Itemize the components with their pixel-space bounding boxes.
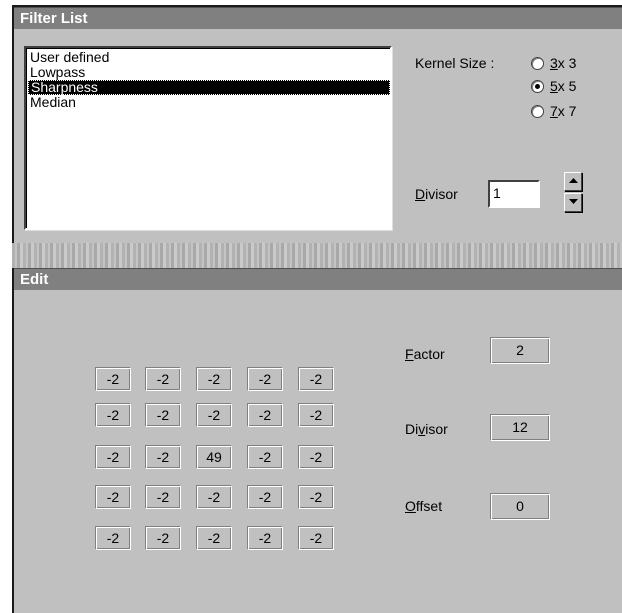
arrow-down-icon (568, 199, 578, 204)
kernel-5x5-accel: 5 (550, 78, 558, 94)
factor-field[interactable]: 2 (490, 337, 550, 364)
matrix-cell-4-0[interactable]: -2 (95, 526, 131, 550)
separator-band (12, 243, 622, 268)
matrix-cell-1-2[interactable]: -2 (196, 403, 232, 427)
divisor-label: Divisor (415, 186, 458, 202)
matrix-cell-4-2[interactable]: -2 (196, 526, 232, 550)
matrix-cell-0-2[interactable]: -2 (196, 367, 232, 391)
radio-3x3-icon[interactable] (531, 56, 544, 70)
divisor-label-text: ivisor (425, 186, 458, 202)
matrix-cell-0-3[interactable]: -2 (247, 367, 283, 391)
matrix-cell-2-3[interactable]: -2 (247, 445, 283, 469)
matrix-cell-3-0[interactable]: -2 (95, 485, 131, 509)
matrix-cell-1-3[interactable]: -2 (247, 403, 283, 427)
kernel-size-label: Kernel Size : (415, 55, 495, 71)
factor-label: Factor (405, 346, 445, 362)
edit-divisor-field[interactable]: 12 (490, 414, 550, 441)
offset-field[interactable]: 0 (490, 493, 550, 520)
offset-accel: O (405, 498, 416, 514)
list-item-lowpass[interactable]: Lowpass (28, 65, 390, 80)
edit-title: Edit (14, 268, 622, 290)
matrix-cell-3-1[interactable]: -2 (145, 485, 181, 509)
matrix-cell-2-1[interactable]: -2 (145, 445, 181, 469)
matrix-cell-0-0[interactable]: -2 (95, 367, 131, 391)
factor-label-text: actor (413, 346, 445, 362)
spin-down-button[interactable] (564, 193, 582, 212)
kernel-3x3-label: x 3 (557, 55, 577, 71)
matrix-cell-1-1[interactable]: -2 (145, 403, 181, 427)
matrix-cell-2-2[interactable]: 49 (196, 445, 232, 469)
filter-listbox[interactable]: User defined Lowpass Sharpness Median (24, 46, 392, 230)
filter-list-title: Filter List (14, 7, 622, 29)
spin-up-button[interactable] (564, 172, 582, 191)
divisor-accel: D (415, 186, 426, 202)
list-item-median[interactable]: Median (28, 95, 390, 110)
kernel-7x7-accel: 7 (550, 103, 558, 119)
offset-label-text: ffset (415, 498, 443, 514)
offset-label: Offset (405, 498, 442, 514)
kernel-option-3x3[interactable]: 3 x 3 (531, 54, 576, 72)
edit-divisor-label: Divisor (405, 421, 448, 437)
matrix-cell-0-1[interactable]: -2 (145, 367, 181, 391)
matrix-cell-0-4[interactable]: -2 (298, 367, 334, 391)
kernel-option-7x7[interactable]: 7 x 7 (531, 102, 576, 120)
kernel-option-5x5[interactable]: 5 x 5 (531, 77, 576, 95)
matrix-cell-2-4[interactable]: -2 (298, 445, 334, 469)
matrix-cell-4-3[interactable]: -2 (247, 526, 283, 550)
matrix-cell-4-1[interactable]: -2 (145, 526, 181, 550)
matrix-cell-2-0[interactable]: -2 (95, 445, 131, 469)
list-item-user-defined[interactable]: User defined (28, 50, 390, 65)
matrix-cell-4-4[interactable]: -2 (298, 526, 334, 550)
edit-divisor-rest: isor (425, 421, 448, 437)
arrow-up-icon (568, 178, 578, 183)
matrix-cell-3-3[interactable]: -2 (247, 485, 283, 509)
kernel-3x3-accel: 3 (550, 55, 558, 71)
kernel-5x5-label: x 5 (557, 78, 577, 94)
edit-divisor-pre: Di (405, 421, 419, 437)
divisor-input[interactable]: 1 (488, 180, 540, 208)
factor-accel: F (405, 346, 414, 362)
matrix-cell-3-2[interactable]: -2 (196, 485, 232, 509)
matrix-cell-3-4[interactable]: -2 (298, 485, 334, 509)
radio-7x7-icon[interactable] (531, 104, 544, 118)
matrix-cell-1-0[interactable]: -2 (95, 403, 131, 427)
list-item-sharpness[interactable]: Sharpness (28, 80, 390, 95)
radio-5x5-icon[interactable] (531, 79, 544, 93)
matrix-cell-1-4[interactable]: -2 (298, 403, 334, 427)
kernel-7x7-label: x 7 (557, 103, 577, 119)
